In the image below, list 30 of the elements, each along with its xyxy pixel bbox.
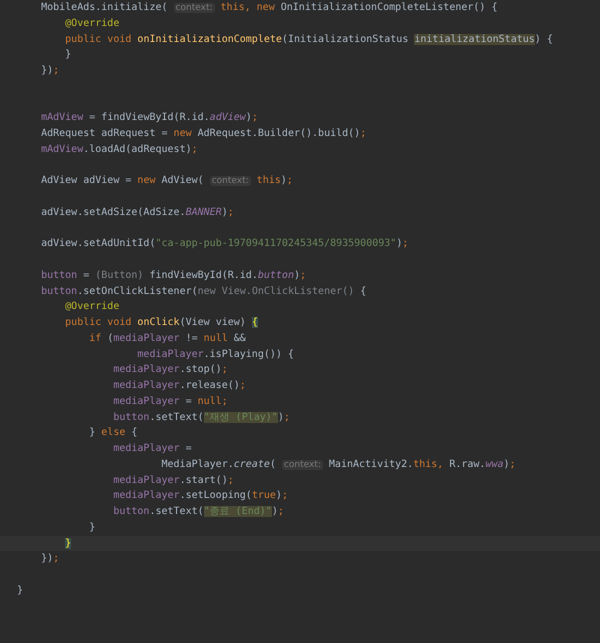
code-line: } else { <box>88 426 138 440</box>
code-line: button.setText("재생 (Play)"); <box>112 410 291 424</box>
code-line: mediaPlayer.isPlaying()) { <box>136 348 295 362</box>
code-line: mediaPlayer.setLooping(true); <box>112 489 289 504</box>
code-line: public void onClick(View view) { <box>64 316 259 330</box>
code-line: mediaPlayer.start(); <box>112 474 235 488</box>
code-line: MobileAds.initialize( context: this, new OnInitializationCompleteListener() { <box>40 1 498 15</box>
code-line: mediaPlayer = null; <box>112 394 229 409</box>
code-line: mAdView = findViewById(R.id.adView); <box>40 111 259 126</box>
code-line: mediaPlayer.release(); <box>112 379 247 393</box>
code-line: if (mediaPlayer != null && <box>88 332 247 346</box>
code-line: adView.setAdSize(AdSize.BANNER); <box>40 206 235 220</box>
code-line: } <box>64 48 72 62</box>
code-line: @Override <box>64 300 120 314</box>
code-line: @Override <box>64 16 120 31</box>
code-line: adView.setAdUnitId("ca-app-pub-1970941170245345/8935900093"); <box>40 237 410 252</box>
code-line: mAdView.loadAd(adRequest); <box>40 142 199 157</box>
code-line: }); <box>40 64 60 78</box>
code-line: button.setOnClickListener(new View.OnClickListener() { <box>40 284 368 298</box>
code-line: AdRequest adRequest = new AdRequest.Builder().build(); <box>40 127 368 141</box>
code-line: } <box>88 520 96 535</box>
code-line: button = (Button) findViewById(R.id.button); <box>40 268 308 283</box>
code-line: MediaPlayer.create( context: MainActivity2.this, R.raw.wwa); <box>160 458 517 472</box>
code-line: }); <box>40 552 60 566</box>
code-line: AdView adView = new AdView( context: this); <box>40 174 294 188</box>
code-line: mediaPlayer.stop(); <box>112 363 229 378</box>
code-line: } <box>16 584 24 598</box>
code-line: public void onInitializationComplete(InitializationStatus initializationStatus) { <box>64 32 554 46</box>
code-line: mediaPlayer = <box>112 442 193 456</box>
code-line: button.setText("종료 (End)"); <box>112 505 285 519</box>
